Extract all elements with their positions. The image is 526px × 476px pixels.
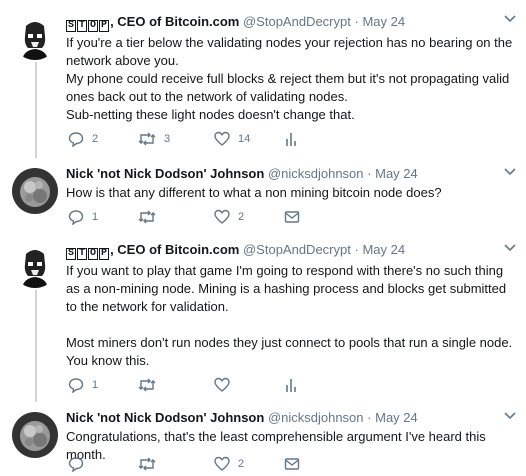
- tweet-actions: 1: [66, 377, 326, 393]
- analytics-button[interactable]: [284, 131, 298, 147]
- tweet-actions: 1 2: [66, 209, 326, 225]
- tweet-text: If you want to play that game I'm going …: [66, 262, 518, 370]
- tweet-text: How is that any different to what a non …: [66, 184, 518, 202]
- reply-button[interactable]: 1: [68, 209, 98, 225]
- chevron-down-icon[interactable]: [504, 167, 516, 177]
- reply-icon: [68, 457, 84, 472]
- badge-letter: P: [99, 20, 110, 32]
- tweet-line: If you want to play that game I'm going …: [66, 263, 507, 314]
- reply-count: 1: [92, 379, 99, 391]
- display-name[interactable]: CEO of Bitcoin.com: [117, 14, 239, 29]
- mail-icon: [284, 211, 300, 223]
- tweet-line: Sub-netting these light nodes doesn't ch…: [66, 107, 355, 122]
- display-name[interactable]: CEO of Bitcoin.com: [117, 242, 239, 257]
- direct-message-button[interactable]: [284, 209, 300, 225]
- heart-icon: [214, 456, 230, 471]
- stop-badge: STOP: [66, 248, 110, 260]
- tweet-actions: 2: [66, 456, 326, 472]
- reply-count: 1: [92, 211, 99, 223]
- retweet-icon: [138, 457, 156, 471]
- retweet-button[interactable]: [138, 377, 164, 393]
- avatar[interactable]: [12, 168, 58, 214]
- badge-letter: T: [77, 20, 88, 32]
- badge-letter: O: [88, 248, 99, 260]
- tweet-header: STOP, CEO of Bitcoin.com @StopAndDecrypt…: [66, 242, 406, 260]
- retweet-count: 3: [164, 133, 171, 145]
- stormtrooper-avatar-image: [12, 242, 58, 288]
- like-count: 14: [238, 133, 251, 145]
- heart-icon: [214, 209, 230, 224]
- retweet-icon: [138, 378, 156, 392]
- analytics-icon: [286, 379, 296, 392]
- retweet-icon: [138, 210, 156, 224]
- reply-button[interactable]: 1: [68, 377, 98, 393]
- reply-button[interactable]: [68, 456, 92, 472]
- retweet-button[interactable]: 3: [138, 131, 170, 147]
- tweet-header: Nick 'not Nick Dodson' Johnson @nicksdjo…: [66, 165, 518, 182]
- reply-icon: [68, 210, 84, 225]
- avatar[interactable]: [12, 412, 58, 458]
- chevron-down-icon[interactable]: [504, 243, 516, 253]
- tweet-line: Most miners don't run nodes they just co…: [66, 335, 513, 368]
- like-button[interactable]: [214, 377, 238, 393]
- like-count: 2: [238, 458, 245, 470]
- stormtrooper-avatar-image: [12, 14, 58, 60]
- display-name[interactable]: Nick 'not Nick Dodson' Johnson: [66, 410, 264, 425]
- badge-letter: O: [88, 20, 99, 32]
- like-button[interactable]: 2: [214, 209, 244, 225]
- tweet[interactable]: Nick 'not Nick Dodson' Johnson @nicksdjo…: [0, 404, 526, 476]
- user-handle[interactable]: @StopAndDecrypt: [243, 14, 351, 29]
- badge-letter: P: [99, 248, 110, 260]
- tweet[interactable]: STOP, CEO of Bitcoin.com @StopAndDecrypt…: [0, 0, 526, 160]
- tweet-line: My phone could receive full blocks & rej…: [66, 71, 510, 104]
- tweet-line: [66, 316, 518, 334]
- user-handle[interactable]: @StopAndDecrypt: [243, 242, 351, 257]
- badge-letter: S: [66, 248, 77, 260]
- like-count: 2: [238, 211, 245, 223]
- direct-message-button[interactable]: [284, 456, 300, 472]
- separator-dot: ·: [367, 166, 372, 181]
- badge-letter: S: [66, 20, 77, 32]
- like-button[interactable]: 14: [214, 131, 250, 147]
- chevron-down-icon[interactable]: [504, 14, 516, 24]
- tweet-date[interactable]: May 24: [375, 410, 418, 425]
- chevron-down-icon[interactable]: [504, 411, 516, 421]
- avatar-image: [12, 412, 58, 458]
- retweet-icon: [138, 132, 156, 146]
- tweet[interactable]: Nick 'not Nick Dodson' Johnson @nicksdjo…: [0, 160, 526, 236]
- stop-badge: STOP: [66, 20, 110, 32]
- tweet-header: STOP, CEO of Bitcoin.com @StopAndDecrypt…: [66, 14, 406, 32]
- mail-icon: [284, 458, 300, 470]
- analytics-icon: [286, 133, 296, 146]
- user-handle[interactable]: @nicksdjohnson: [268, 166, 364, 181]
- tweet-header: Nick 'not Nick Dodson' Johnson @nicksdjo…: [66, 409, 518, 426]
- badge-letter: T: [77, 248, 88, 260]
- tweet-line: How is that any different to what a non …: [66, 185, 442, 200]
- reply-icon: [68, 378, 84, 393]
- separator-dot: ·: [367, 410, 372, 425]
- user-handle[interactable]: @nicksdjohnson: [268, 410, 364, 425]
- avatar[interactable]: [12, 14, 58, 60]
- display-name[interactable]: Nick 'not Nick Dodson' Johnson: [66, 166, 264, 181]
- tweet[interactable]: STOP, CEO of Bitcoin.com @StopAndDecrypt…: [0, 236, 526, 404]
- retweet-button[interactable]: [138, 456, 164, 472]
- tweet-date[interactable]: May 24: [362, 242, 405, 257]
- avatar[interactable]: [12, 242, 58, 288]
- analytics-button[interactable]: [284, 377, 298, 393]
- reply-count: 2: [92, 133, 99, 145]
- retweet-button[interactable]: [138, 209, 164, 225]
- like-button[interactable]: 2: [214, 456, 244, 472]
- avatar-image: [12, 168, 58, 214]
- tweet-line: If you're a tier below the validating no…: [66, 35, 513, 68]
- heart-icon: [214, 377, 230, 392]
- separator-dot: ·: [354, 14, 359, 29]
- reply-icon: [68, 132, 84, 147]
- heart-icon: [214, 131, 230, 146]
- tweet-date[interactable]: May 24: [362, 14, 405, 29]
- tweet-date[interactable]: May 24: [375, 166, 418, 181]
- reply-button[interactable]: 2: [68, 131, 98, 147]
- tweet-text: If you're a tier below the validating no…: [66, 34, 518, 124]
- tweet-actions: 2 3 14: [66, 131, 326, 147]
- separator-dot: ·: [354, 242, 359, 257]
